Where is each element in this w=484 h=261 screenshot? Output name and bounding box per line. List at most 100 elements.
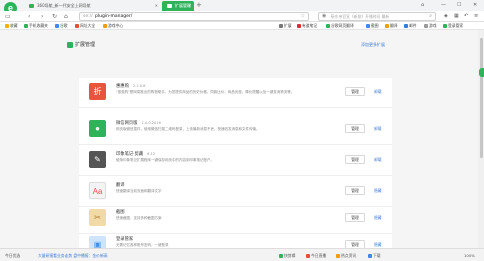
phone-icon bbox=[24, 23, 28, 28]
toolbar-mail[interactable]: 邮件 bbox=[404, 22, 417, 30]
extension-name: 印象笔记·剪藏 6.12 bbox=[116, 152, 156, 157]
extension-version: 2.2.0.8 bbox=[132, 84, 146, 88]
note-icon bbox=[297, 23, 301, 28]
extension-name: 登录管家 bbox=[116, 237, 134, 242]
extension-name: 截图 bbox=[116, 210, 125, 215]
status-bar: 今日优选 大量研报看业务走势 盘中播报：金价新高 快剪辑 今日直播 热点资讯 下… bbox=[0, 248, 484, 261]
minimize-button[interactable]: — bbox=[441, 1, 446, 10]
extension-name: 微信网页版 1.0.0.2016 bbox=[116, 121, 161, 126]
uninstall-button[interactable]: 卸载 bbox=[374, 155, 382, 164]
manage-button[interactable]: 管理 bbox=[345, 87, 365, 96]
live-icon bbox=[306, 253, 310, 258]
extension-row: ● 微信网页版 1.0.0.2016 网页版微信插件，使用微信扫描二维码登录，上传… bbox=[79, 115, 392, 145]
tab-label: 360导航_新一代安全上网导航 bbox=[37, 3, 91, 8]
translate-icon: Aa bbox=[89, 182, 106, 199]
search-engine-icon[interactable]: ◉ bbox=[322, 13, 326, 20]
tab-close-icon[interactable]: ✕ bbox=[155, 1, 158, 11]
back-icon[interactable]: ‹ bbox=[28, 11, 30, 22]
gamepad-icon bbox=[103, 23, 107, 28]
bookmarks-bar: 收藏 手机收藏夹 谷歌 网址大全 游戏中心 扩展 有道笔记 谷歌网页翻译 截图 … bbox=[0, 22, 484, 30]
scissors-icon: ✂ bbox=[89, 209, 106, 226]
close-button[interactable]: ✕ bbox=[473, 1, 477, 10]
extension-description: 快速截图，支持多种截图方案 bbox=[116, 216, 162, 220]
evernote-icon: ✎ bbox=[89, 151, 106, 168]
search-field[interactable]: ◉ 靳东亲官宣《新剧》开播时间 最新 ⌕ bbox=[318, 12, 436, 21]
forward-icon[interactable]: › bbox=[41, 11, 43, 22]
toolbar-games[interactable]: 游戏 bbox=[424, 22, 437, 30]
extensions-icon bbox=[67, 42, 73, 48]
shield-icon[interactable]: ◈ bbox=[444, 11, 448, 22]
tab-360-nav[interactable]: 360导航_新一代安全上网导航 ✕ bbox=[24, 1, 161, 11]
reload-icon[interactable]: ↻ bbox=[52, 11, 57, 22]
extension-row: Aa 翻译 快速翻译当前页面和翻译文字 管理 隐藏 bbox=[79, 177, 392, 207]
gamepad-icon bbox=[424, 23, 428, 28]
uninstall-button[interactable]: 卸载 bbox=[374, 124, 382, 133]
toolbar-youdao[interactable]: 有道笔记 bbox=[297, 22, 317, 30]
extension-name: 惠惠购 2.2.0.8 bbox=[116, 84, 146, 89]
toolbar-translate-page[interactable]: 谷歌网页翻译 bbox=[326, 22, 354, 30]
tab-favicon-icon bbox=[167, 4, 172, 8]
extension-description: 使用印象笔记扩展程序一键保存网页中的内容到印象笔记账户。 bbox=[116, 158, 214, 162]
google-icon bbox=[55, 23, 59, 28]
menu-icon[interactable]: ≡ bbox=[474, 11, 478, 22]
bookmark-site-nav[interactable]: 网址大全 bbox=[75, 22, 95, 30]
status-live[interactable]: 今日直播 bbox=[306, 249, 326, 261]
bookmark-mobile[interactable]: 手机收藏夹 bbox=[24, 22, 48, 30]
extension-row: ✂ 截图 快速截图，支持多种截图方案 管理 隐藏 bbox=[79, 204, 392, 234]
status-quick-edit[interactable]: 快剪辑 bbox=[279, 249, 295, 261]
page-title: 扩展管理 bbox=[75, 42, 96, 48]
tab-close-icon[interactable]: ✕ bbox=[188, 1, 191, 11]
status-hot-news[interactable]: 热点资讯 bbox=[336, 249, 356, 261]
search-placeholder: 靳东亲官宣《新剧》开播时间 最新 bbox=[331, 14, 390, 19]
zoom-level[interactable]: 100% bbox=[464, 249, 475, 261]
manage-button[interactable]: 管理 bbox=[345, 213, 365, 222]
news-ticker[interactable]: 大量研报看业务走势 盘中播报：金价新高 bbox=[38, 249, 108, 261]
toolbar-login-manager[interactable]: 登录管家 bbox=[443, 22, 463, 30]
search-icon[interactable]: ⌕ bbox=[429, 13, 432, 20]
restore-icon[interactable]: ⌂ bbox=[421, 1, 424, 10]
toolbar-extensions[interactable]: 扩展 bbox=[279, 22, 292, 30]
globe-icon bbox=[75, 23, 79, 28]
translate-icon bbox=[326, 23, 330, 28]
sidebar-toggle-icon[interactable]: ▭ bbox=[5, 11, 11, 22]
video-icon bbox=[279, 253, 283, 258]
star-icon bbox=[5, 23, 9, 28]
hide-button[interactable]: 隐藏 bbox=[374, 213, 382, 222]
news-icon bbox=[336, 253, 340, 258]
manage-button[interactable]: 管理 bbox=[345, 124, 365, 133]
maximize-button[interactable]: ☐ bbox=[457, 1, 461, 10]
bookmark-games[interactable]: 游戏中心 bbox=[103, 22, 123, 30]
uninstall-button[interactable]: 卸载 bbox=[374, 87, 382, 96]
mail-icon bbox=[404, 23, 408, 28]
status-downloads[interactable]: 下载 bbox=[368, 249, 381, 261]
bookmark-star-icon[interactable]: ☆ bbox=[301, 13, 305, 20]
grid-icon[interactable]: ▦ bbox=[454, 11, 459, 22]
toolbar-screenshot[interactable]: 截图 bbox=[366, 22, 379, 30]
manage-button[interactable]: 管理 bbox=[345, 186, 365, 195]
tab-plugin-manager[interactable]: 扩展管理 ✕ bbox=[162, 1, 194, 11]
extension-list: 折 惠惠购 2.2.0.8 "惠惠购"是网易推出的购物助手，为您提供商品的历史价格… bbox=[79, 78, 392, 253]
home-icon[interactable]: ⌂ bbox=[64, 11, 68, 22]
address-toolbar: ▭ ‹ › ↻ ⌂ se:// plugin-manager/ ☆ ◉ 靳东亲官… bbox=[0, 11, 484, 22]
new-tab-button[interactable]: + bbox=[196, 1, 202, 10]
today-picks[interactable]: 今日优选 bbox=[5, 249, 20, 261]
extension-description: 快速翻译当前页面和翻译文字 bbox=[116, 189, 162, 193]
manage-button[interactable]: 管理 bbox=[345, 155, 365, 164]
url-field[interactable]: se:// plugin-manager/ ☆ bbox=[79, 12, 309, 21]
bookmark-favorites[interactable]: 收藏 bbox=[5, 22, 18, 30]
extension-description: 网页版微信插件，使用微信扫描二维码登录，上传最新消息不丢，快速收发消息和文件传输… bbox=[116, 127, 260, 131]
extension-version: 1.0.0.2016 bbox=[141, 121, 161, 125]
side-float-button[interactable] bbox=[479, 68, 484, 77]
undo-icon[interactable]: ↶ bbox=[464, 11, 468, 22]
add-more-extensions-link[interactable]: 添加更多扩展 bbox=[361, 42, 385, 48]
toolbar-translate[interactable]: 翻译 bbox=[385, 22, 398, 30]
bookmark-google[interactable]: 谷歌 bbox=[55, 22, 68, 30]
hide-button[interactable]: 隐藏 bbox=[374, 186, 382, 195]
tab-favicon-icon bbox=[29, 4, 34, 8]
tab-bar: e 360导航_新一代安全上网导航 ✕ 扩展管理 ✕ + ⌂ — ☐ ✕ bbox=[0, 0, 484, 15]
wechat-icon: ● bbox=[89, 120, 106, 137]
scrollbar-thumb[interactable] bbox=[480, 38, 483, 158]
extension-row: 折 惠惠购 2.2.0.8 "惠惠购"是网易推出的购物助手，为您提供商品的历史价格… bbox=[79, 78, 392, 108]
scissors-icon bbox=[366, 23, 370, 28]
url-scheme: se:// bbox=[83, 14, 93, 19]
